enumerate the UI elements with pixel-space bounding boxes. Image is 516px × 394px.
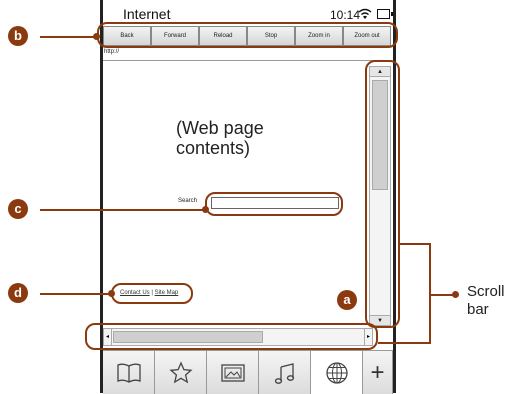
app-title: Internet [123, 6, 171, 22]
callout-b-highlight [97, 22, 398, 48]
callout-d-line [40, 293, 111, 295]
scroll-bracket-dot [452, 291, 459, 298]
callout-hscroll-highlight [85, 323, 378, 350]
tab-internet[interactable] [311, 351, 363, 394]
tab-music[interactable] [259, 351, 311, 394]
callout-d-dot [108, 290, 115, 297]
tab-library[interactable] [103, 351, 155, 394]
callout-b-badge: b [8, 26, 28, 46]
callout-a-badge: a [337, 290, 357, 310]
search-label: Search [178, 198, 198, 204]
callout-c-highlight [205, 192, 343, 216]
battery-icon [377, 9, 393, 19]
scroll-bar-label-line-2: bar [467, 301, 489, 318]
globe-icon [325, 361, 348, 384]
wifi-icon [358, 8, 372, 19]
scroll-bracket-bottom [378, 342, 430, 344]
web-page-contents-placeholder: (Web page contents) [176, 118, 306, 158]
picture-icon [220, 363, 245, 382]
placeholder-line-1: (Web page [176, 118, 264, 138]
scroll-bracket-top [400, 243, 430, 245]
bottom-tab-bar: + [103, 350, 393, 394]
tab-favorites[interactable] [155, 351, 207, 394]
tab-pictures[interactable] [207, 351, 259, 394]
callout-d-highlight [111, 283, 193, 304]
callout-b-dot [93, 33, 100, 40]
callout-vscroll-highlight [365, 60, 400, 328]
tab-add-button[interactable]: + [363, 351, 393, 394]
placeholder-line-2: contents) [176, 138, 251, 158]
callout-c-line [40, 209, 205, 211]
music-icon [274, 362, 294, 384]
callout-c-badge: c [8, 199, 28, 219]
scroll-bar-label: Scroll bar [467, 283, 505, 319]
callout-b-line [40, 36, 97, 38]
scroll-bar-label-line-1: Scroll [467, 283, 505, 300]
callout-c-dot [202, 206, 209, 213]
book-icon [116, 363, 141, 383]
star-icon [168, 360, 193, 383]
address-field[interactable]: http:// [103, 49, 391, 61]
callout-d-badge: d [8, 283, 28, 303]
clock: 10:14 [330, 8, 361, 22]
